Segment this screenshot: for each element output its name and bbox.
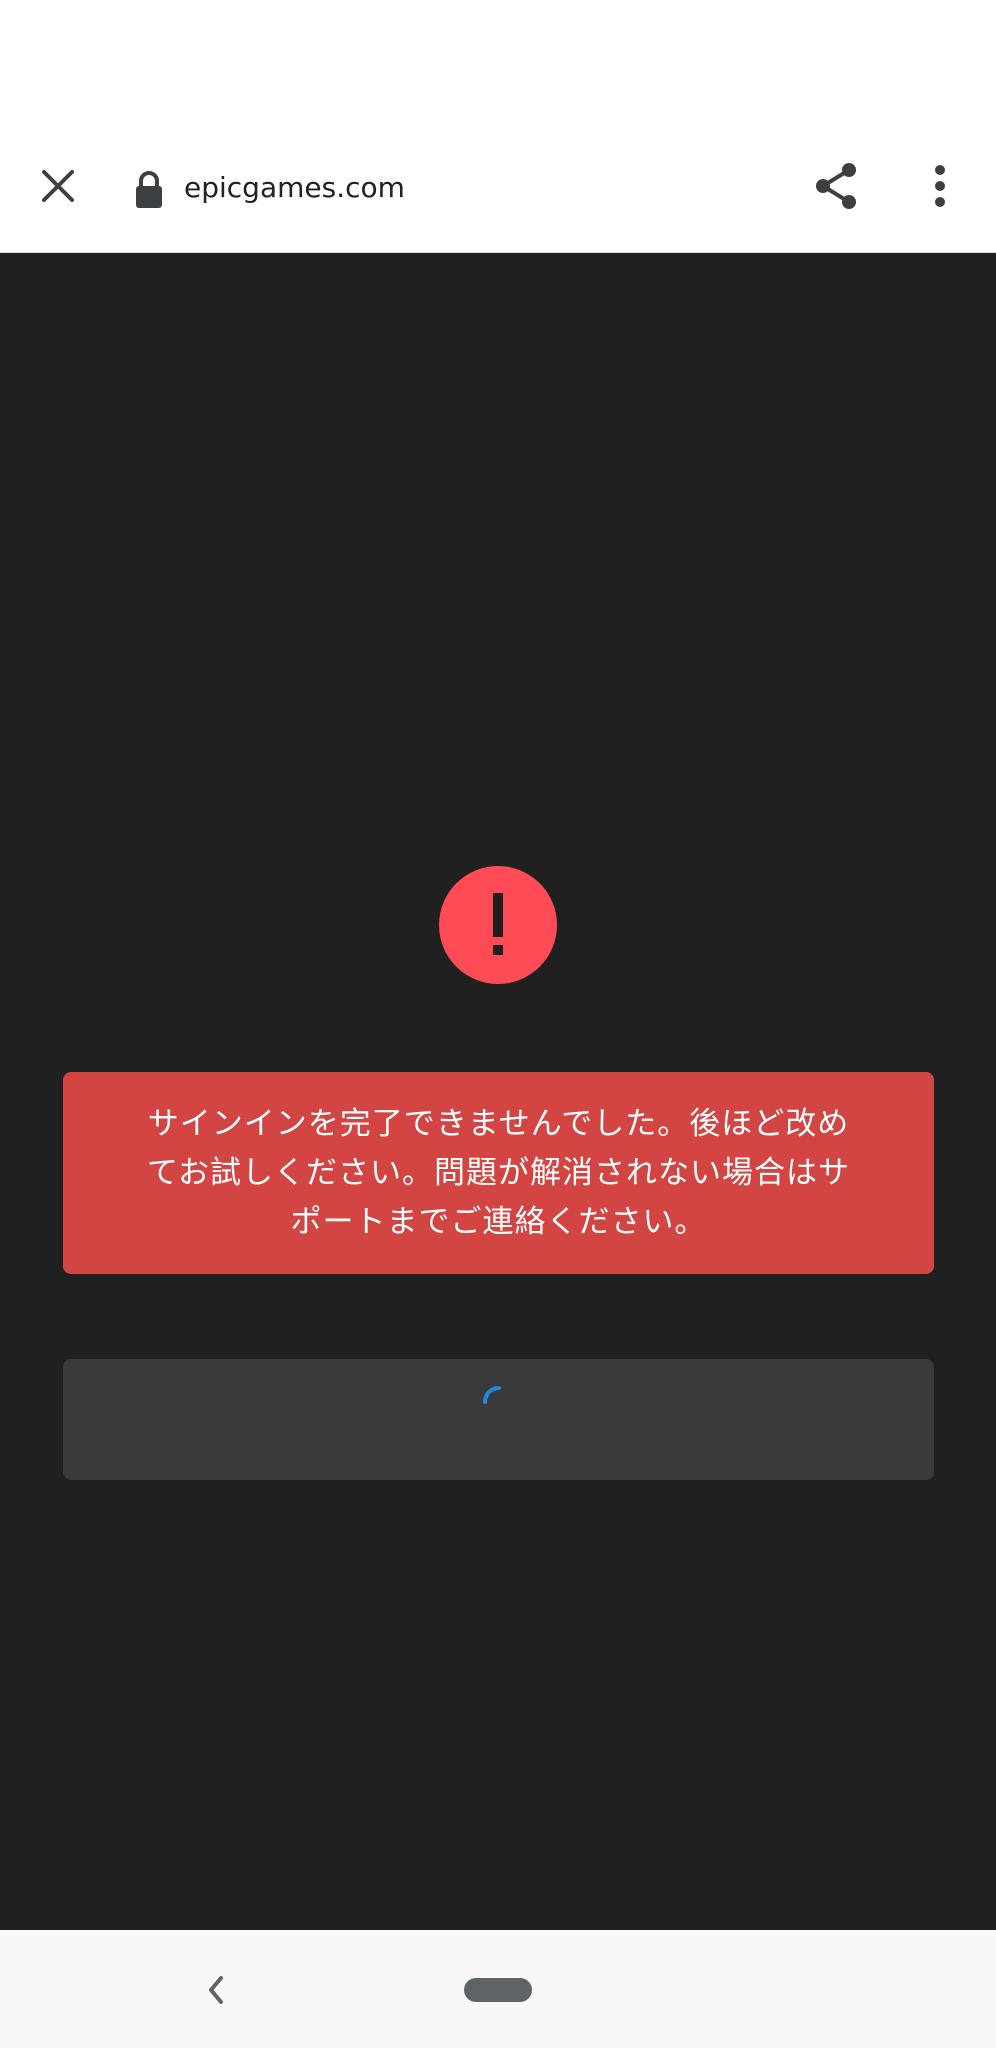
error-icon: [439, 866, 557, 984]
exclamation-icon: [493, 893, 503, 955]
status-bar: [0, 0, 996, 130]
error-message: サインインを完了できませんでした。後ほど改めてお試しください。問題が解消されない…: [146, 1105, 851, 1240]
close-icon: [42, 170, 74, 202]
share-icon: [816, 163, 856, 209]
navigation-bar: [0, 1930, 996, 2048]
chevron-left-icon: [209, 1976, 223, 2004]
screen: epicgames.com サインインを完了できませんでした。後ほど改めてお試し…: [0, 0, 996, 2048]
url-text[interactable]: epicgames.com: [184, 168, 405, 208]
web-content: サインインを完了できませんでした。後ほど改めてお試しください。問題が解消されない…: [0, 253, 996, 1930]
home-pill-icon[interactable]: [464, 1978, 532, 2002]
back-button[interactable]: [192, 1966, 240, 2014]
loading-button[interactable]: [63, 1359, 934, 1480]
spinner-icon: [483, 1386, 515, 1404]
more-options-button[interactable]: [910, 156, 970, 216]
error-message-box: サインインを完了できませんでした。後ほど改めてお試しください。問題が解消されない…: [63, 1072, 934, 1274]
more-vert-icon: [935, 165, 945, 207]
close-button[interactable]: [28, 156, 88, 216]
browser-toolbar: epicgames.com: [0, 130, 996, 253]
lock-icon: [136, 171, 162, 208]
share-button[interactable]: [806, 156, 866, 216]
